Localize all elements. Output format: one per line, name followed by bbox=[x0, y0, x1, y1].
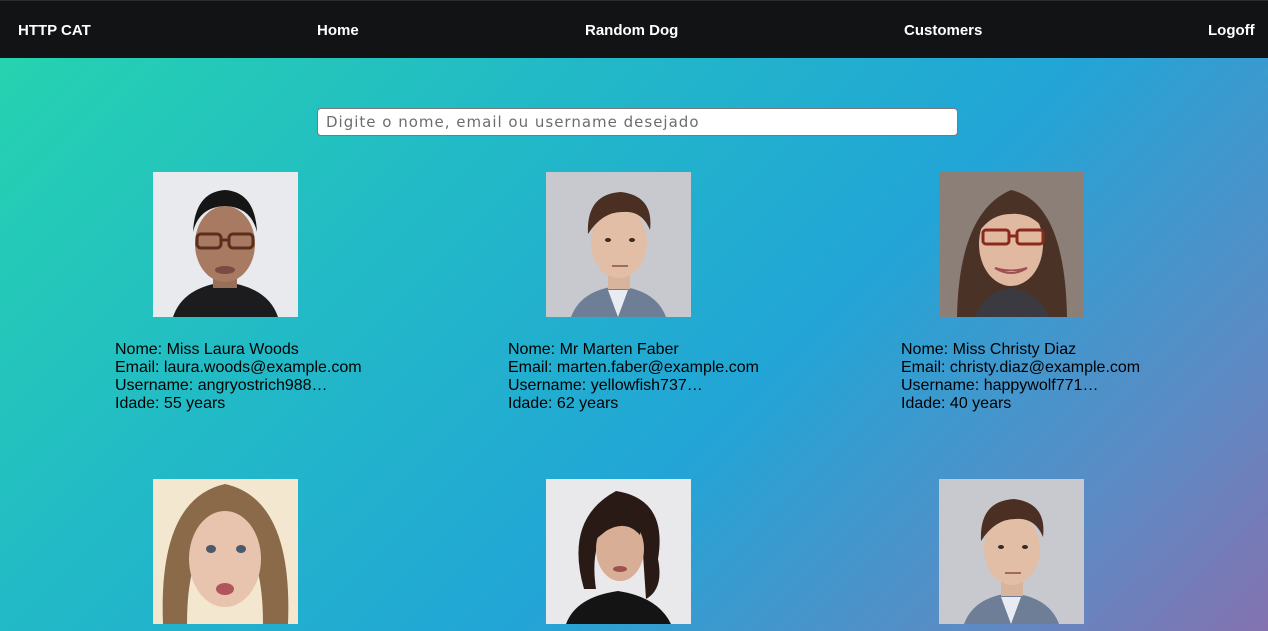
customer-email: Email: christy.diaz@example.com bbox=[901, 359, 1141, 376]
customer-photo bbox=[546, 172, 691, 317]
nav-random-dog-link[interactable]: Random Dog bbox=[585, 22, 678, 39]
customer-email: Email: marten.faber@example.com bbox=[508, 359, 759, 376]
customer-info: Nome: Mr Marten Faber Email: marten.fabe… bbox=[508, 341, 759, 413]
customer-info: Nome: Miss Laura Woods Email: laura.wood… bbox=[115, 341, 362, 413]
customer-username: Username: angryostrich988… bbox=[115, 377, 328, 394]
customer-age: Idade: 62 years bbox=[508, 395, 619, 412]
customer-search-input[interactable] bbox=[317, 108, 958, 136]
customer-photo bbox=[153, 172, 298, 317]
customer-photo bbox=[939, 172, 1084, 317]
top-navbar: HTTP CAT Home Random Dog Customers Logof… bbox=[0, 0, 1268, 58]
nav-brand-link[interactable]: HTTP CAT bbox=[18, 22, 91, 39]
customer-photo bbox=[939, 479, 1084, 624]
customer-username: Username: yellowfish737… bbox=[508, 377, 703, 394]
customer-photo bbox=[546, 479, 691, 624]
nav-customers-link[interactable]: Customers bbox=[904, 22, 982, 39]
customer-username: Username: happywolf771… bbox=[901, 377, 1099, 394]
nav-home-link[interactable]: Home bbox=[317, 22, 359, 39]
nav-logoff-link[interactable]: Logoff bbox=[1208, 22, 1255, 39]
customer-info: Nome: Miss Christy Diaz Email: christy.d… bbox=[901, 341, 1140, 413]
customer-name: Nome: Mr Marten Faber bbox=[508, 341, 679, 358]
customer-photo bbox=[153, 479, 298, 624]
customer-name: Nome: Miss Laura Woods bbox=[115, 341, 299, 358]
customer-name: Nome: Miss Christy Diaz bbox=[901, 341, 1077, 358]
customer-age: Idade: 55 years bbox=[115, 395, 226, 412]
customer-age: Idade: 40 years bbox=[901, 395, 1012, 412]
customer-email: Email: laura.woods@example.com bbox=[115, 359, 362, 376]
